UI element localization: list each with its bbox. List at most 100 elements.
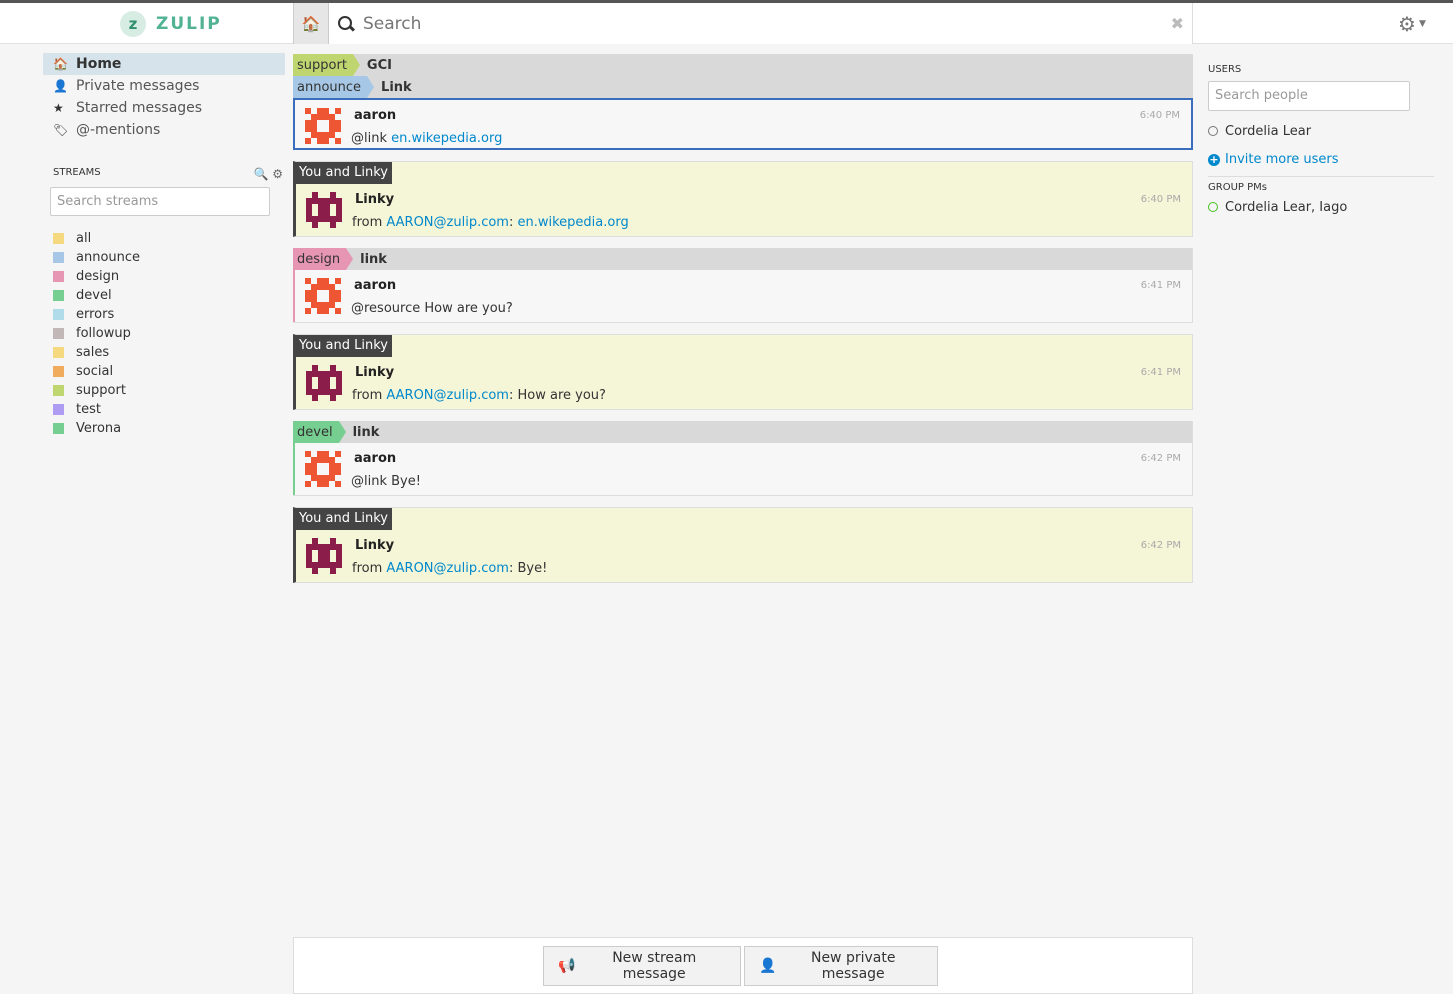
private-message-group: You and Linky Linky 6:42 PM from AARON@z…: [293, 507, 1193, 583]
message-content: from AARON@zulip.com: How are you?: [352, 388, 606, 403]
stream-color-swatch: [53, 233, 64, 244]
zulip-logo[interactable]: z ZULIP: [120, 11, 222, 37]
search-input[interactable]: [363, 13, 1143, 34]
sender-name[interactable]: aaron: [354, 278, 396, 293]
message-group: support GCI announce Link aaron 6:40 PM …: [293, 54, 1193, 150]
message-row[interactable]: Linky 6:40 PM from AARON@zulip.com: en.w…: [296, 184, 1192, 236]
stream-color-swatch: [53, 328, 64, 339]
avatar[interactable]: [306, 365, 342, 401]
message-time: 6:42 PM: [1140, 453, 1181, 464]
stream-color-swatch: [53, 309, 64, 320]
search-icon: [337, 15, 355, 33]
message-row[interactable]: aaron 6:40 PM @link en.wikepedia.org: [293, 98, 1193, 150]
stream-item-followup[interactable]: followup: [43, 324, 285, 343]
message-group: design link aaron 6:41 PM @resource How …: [293, 248, 1193, 323]
message-row[interactable]: Linky 6:41 PM from AARON@zulip.com: How …: [296, 357, 1192, 409]
search-streams-icon[interactable]: 🔍: [253, 167, 268, 181]
tag-icon: 🏷: [53, 123, 69, 137]
stream-item-errors[interactable]: errors: [43, 305, 285, 324]
invite-more-users-link[interactable]: + Invite more users: [1208, 152, 1434, 167]
sender-name[interactable]: aaron: [354, 451, 396, 466]
stream-item-devel[interactable]: devel: [43, 286, 285, 305]
stream-item-support[interactable]: support: [43, 381, 285, 400]
nav-home[interactable]: 🏠 Home: [43, 53, 285, 75]
nav-starred-messages[interactable]: ★ Starred messages: [43, 97, 285, 119]
pm-recipient-label[interactable]: You and Linky: [296, 162, 392, 184]
message-row[interactable]: aaron 6:41 PM @resource How are you?: [293, 270, 1192, 322]
nav-starred-messages-label: Starred messages: [76, 100, 203, 116]
stream-name: followup: [76, 326, 131, 341]
stream-label[interactable]: support: [293, 54, 360, 76]
stream-name: support: [76, 383, 126, 398]
stream-item-all[interactable]: all: [43, 229, 285, 248]
email-link[interactable]: AARON@zulip.com: [386, 215, 509, 230]
user-list-item[interactable]: Cordelia Lear: [1208, 122, 1434, 140]
sender-name[interactable]: Linky: [355, 192, 394, 207]
stream-item-verona[interactable]: Verona: [43, 419, 285, 438]
search-bar: ✖: [329, 3, 1193, 44]
email-link[interactable]: AARON@zulip.com: [386, 561, 509, 576]
topic-label[interactable]: GCI: [367, 58, 392, 73]
recipient-bar: design link: [293, 248, 1192, 270]
topic-label[interactable]: Link: [381, 80, 412, 95]
avatar[interactable]: [306, 538, 342, 574]
avatar[interactable]: [305, 278, 341, 314]
stream-color-swatch: [53, 423, 64, 434]
message-link[interactable]: en.wikepedia.org: [391, 131, 502, 146]
private-message-group: You and Linky Linky 6:41 PM from AARON@z…: [293, 334, 1193, 410]
stream-item-test[interactable]: test: [43, 400, 285, 419]
stream-settings-gear-icon[interactable]: ⚙: [272, 167, 283, 181]
new-private-message-label: New private message: [810, 950, 896, 982]
avatar[interactable]: [305, 108, 341, 144]
message-row[interactable]: Linky 6:42 PM from AARON@zulip.com: Bye!: [296, 530, 1192, 582]
right-sidebar: USERS Search people Cordelia Lear + Invi…: [1208, 64, 1434, 216]
logo-icon: z: [120, 11, 146, 37]
message-text: from: [352, 388, 387, 403]
group-pm-item[interactable]: Cordelia Lear, Iago: [1208, 198, 1434, 216]
invite-label: Invite more users: [1225, 152, 1339, 167]
megaphone-icon: 📢: [558, 958, 576, 974]
stream-list: all announce design devel errors followup sale…: [43, 229, 285, 438]
avatar[interactable]: [306, 192, 342, 228]
nav-private-messages-label: Private messages: [76, 78, 200, 94]
pm-recipient-label[interactable]: You and Linky: [296, 335, 392, 357]
email-link[interactable]: AARON@zulip.com: [386, 388, 509, 403]
search-streams-input[interactable]: Search streams: [50, 187, 270, 216]
message-list: support GCI announce Link aaron 6:40 PM …: [293, 54, 1193, 583]
nav-mentions[interactable]: 🏷 @-mentions: [43, 119, 285, 141]
message-row[interactable]: aaron 6:42 PM @link Bye!: [293, 443, 1192, 495]
message-group: devel link aaron 6:42 PM @link Bye!: [293, 421, 1193, 496]
stream-item-design[interactable]: design: [43, 267, 285, 286]
home-button[interactable]: 🏠: [293, 3, 329, 44]
message-link[interactable]: en.wikepedia.org: [517, 215, 628, 230]
stream-item-announce[interactable]: announce: [43, 248, 285, 267]
avatar[interactable]: [305, 451, 341, 487]
topic-label[interactable]: link: [360, 252, 387, 267]
sender-name[interactable]: Linky: [355, 365, 394, 380]
stream-label[interactable]: design: [293, 248, 354, 270]
sender-name[interactable]: Linky: [355, 538, 394, 553]
search-people-input[interactable]: Search people: [1208, 81, 1410, 111]
sender-name[interactable]: aaron: [354, 108, 396, 123]
new-private-message-button[interactable]: 👤 New private message: [744, 946, 938, 986]
stream-name: Verona: [76, 421, 122, 436]
pm-recipient-label[interactable]: You and Linky: [296, 508, 392, 530]
plus-circle-icon: +: [1208, 152, 1220, 166]
home-icon: 🏠: [301, 14, 321, 33]
message-text: : How are you?: [508, 388, 606, 403]
stream-item-social[interactable]: social: [43, 362, 285, 381]
group-pm-name: Cordelia Lear, Iago: [1225, 199, 1348, 215]
topic-label[interactable]: link: [353, 425, 380, 440]
stream-label[interactable]: devel: [293, 421, 346, 443]
clear-search-icon[interactable]: ✖: [1171, 14, 1184, 33]
stream-label[interactable]: announce: [293, 76, 375, 98]
stream-item-sales[interactable]: sales: [43, 343, 285, 362]
nav-private-messages[interactable]: 👤 Private messages: [43, 75, 285, 97]
recipient-bar: support GCI: [293, 54, 1193, 76]
nav-home-label: Home: [76, 56, 122, 72]
stream-color-swatch: [53, 347, 64, 358]
stream-color-swatch: [53, 385, 64, 396]
message-text: from: [352, 561, 387, 576]
new-stream-message-button[interactable]: 📢 New stream message: [543, 946, 741, 986]
settings-menu-button[interactable]: ⚙ ▼: [1398, 12, 1426, 36]
